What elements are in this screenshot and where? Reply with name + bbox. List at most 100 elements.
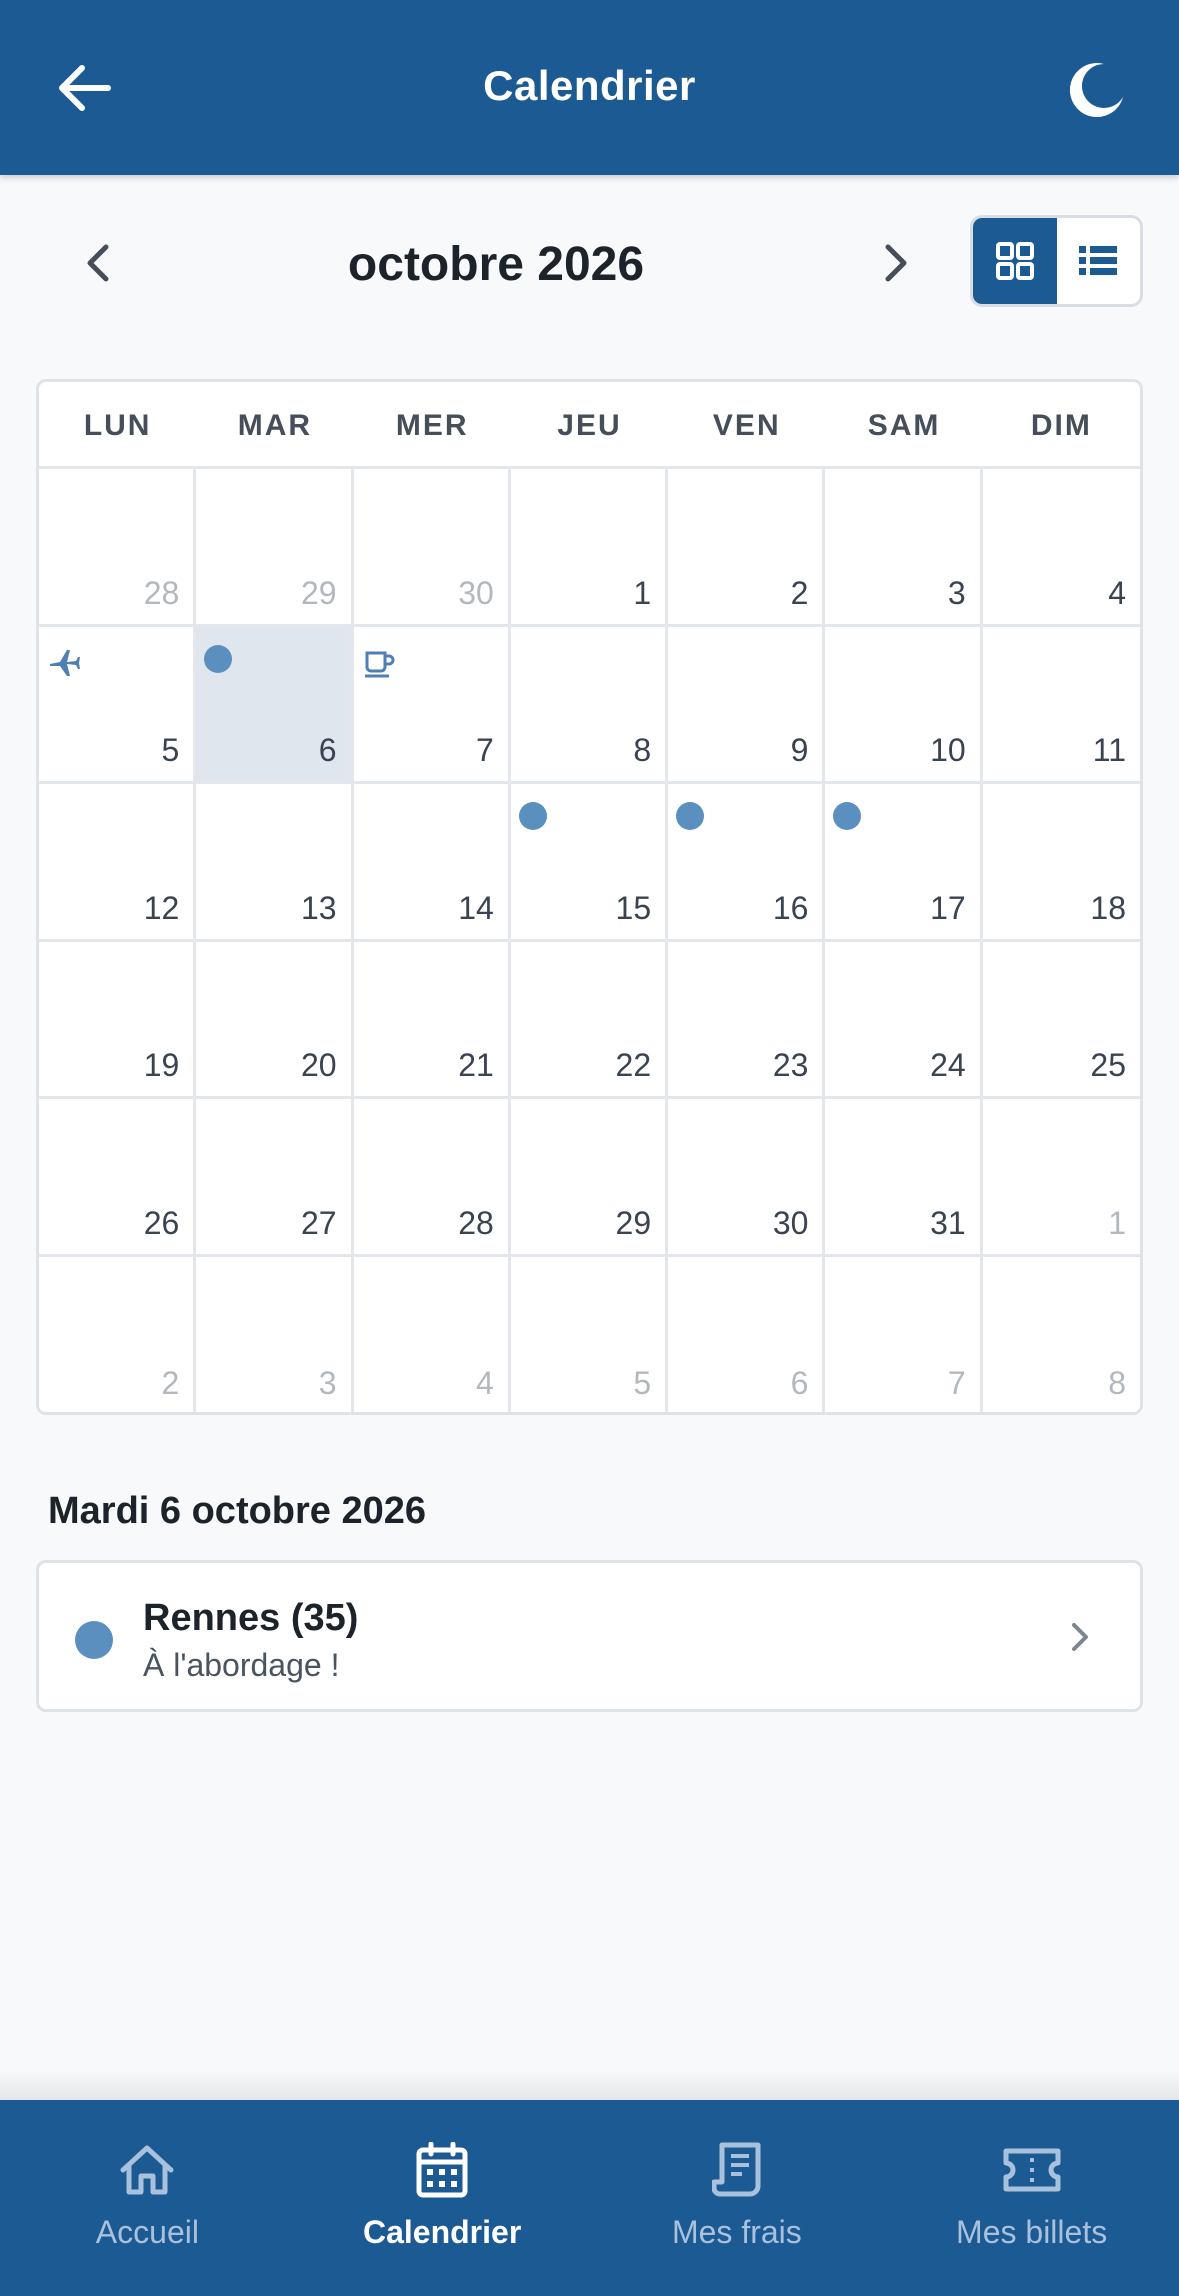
grid-view-icon — [995, 242, 1034, 280]
calendar-day-cell[interactable]: 8 — [982, 1256, 1140, 1412]
calendar-day-cell[interactable]: 1 — [510, 469, 669, 627]
calendar-day-cell[interactable]: 8 — [510, 626, 669, 784]
calendar-day-cell[interactable]: 2 — [39, 1256, 197, 1412]
day-number: 15 — [615, 889, 652, 926]
day-number: 6 — [318, 732, 337, 768]
calendar-day-cell[interactable]: 1 — [982, 1099, 1140, 1257]
calendar-day-cell[interactable]: 29 — [510, 1099, 669, 1257]
receipt-icon — [711, 2142, 761, 2197]
calendar-day-cell[interactable]: 3 — [196, 1256, 354, 1412]
day-number: 29 — [300, 574, 337, 611]
calendar-day-cell[interactable]: 17 — [825, 784, 983, 942]
calendar-day-cell[interactable]: 24 — [825, 941, 983, 1099]
calendar-day-cell[interactable]: 18 — [982, 784, 1140, 942]
moon-icon — [1069, 63, 1123, 118]
nav-item-mes-frais[interactable]: Mes frais — [590, 2100, 885, 2296]
calendar-day-cell[interactable]: 14 — [353, 784, 511, 942]
calendar-day-cell[interactable]: 11 — [982, 626, 1140, 784]
calendar-day-cell[interactable]: 31 — [825, 1099, 983, 1257]
day-number: 7 — [947, 1365, 966, 1401]
day-number: 17 — [930, 889, 966, 926]
nav-label: Mes frais — [671, 2214, 802, 2250]
day-number: 11 — [1092, 732, 1126, 768]
weekday-label: MER — [395, 409, 469, 442]
weekday-label: LUN — [83, 409, 152, 442]
calendar-day-cell[interactable]: 23 — [668, 941, 826, 1099]
calendar-day-cell[interactable]: 16 — [668, 784, 826, 942]
calendar-day-cell[interactable]: 15 — [510, 784, 669, 942]
day-number: 18 — [1090, 889, 1126, 926]
weekday-label: DIM — [1030, 409, 1092, 442]
calendar-day-cell[interactable]: 5 — [39, 626, 197, 784]
calendar-day-cell[interactable]: 30 — [353, 469, 511, 627]
bottom-navigation: Accueil Calendrier Mes frais Mes billets — [0, 2100, 1179, 2296]
list-view-icon — [1079, 246, 1118, 275]
day-number: 13 — [300, 889, 337, 926]
nav-label: Mes billets — [956, 2214, 1108, 2250]
calendar-day-cell[interactable]: 7 — [825, 1256, 983, 1412]
previous-month-button[interactable] — [62, 227, 134, 299]
calendar-day-cell[interactable]: 30 — [668, 1099, 826, 1257]
grid-view-button[interactable] — [973, 218, 1057, 304]
calendar-day-cell[interactable]: 22 — [510, 941, 669, 1099]
nav-item-calendrier[interactable]: Calendrier — [295, 2100, 590, 2296]
ticket-icon — [1003, 2148, 1061, 2192]
chevron-right-icon — [885, 244, 907, 282]
event-card[interactable]: Rennes (35) À l'abordage ! — [36, 1560, 1143, 1712]
day-number: 27 — [300, 1204, 337, 1241]
calendar-day-cell[interactable]: 29 — [196, 469, 354, 627]
calendar-day-cell[interactable]: 7 — [353, 626, 511, 784]
calendar-day-cell[interactable]: 9 — [668, 626, 826, 784]
calendar-day-cell[interactable]: 12 — [39, 784, 197, 942]
calendar-day-cell[interactable]: 4 — [353, 1256, 511, 1412]
event-color-dot — [75, 1621, 113, 1659]
calendar-day-cell[interactable]: 13 — [196, 784, 354, 942]
day-number: 22 — [615, 1047, 652, 1083]
day-number: 5 — [161, 732, 180, 768]
day-number: 24 — [930, 1047, 966, 1083]
calendar-day-cell[interactable]: 10 — [825, 626, 983, 784]
calendar-day-cell[interactable]: 26 — [39, 1099, 197, 1257]
day-number: 20 — [300, 1047, 337, 1083]
day-number: 26 — [143, 1204, 180, 1241]
day-number: 10 — [930, 732, 966, 768]
calendar-day-cell[interactable]: 25 — [982, 941, 1140, 1099]
nav-item-mes-billets[interactable]: Mes billets — [884, 2100, 1179, 2296]
day-number: 12 — [143, 889, 180, 926]
event-chevron — [1060, 1617, 1100, 1657]
day-number: 2 — [790, 574, 809, 611]
calendar-day-cell[interactable]: 21 — [353, 941, 511, 1099]
next-month-button[interactable] — [860, 227, 932, 299]
day-number: 8 — [1108, 1365, 1126, 1401]
calendar-day-cell[interactable]: 2 — [668, 469, 826, 627]
chevron-right-icon — [1072, 1623, 1088, 1651]
calendar-day-cell[interactable]: 6 — [668, 1256, 826, 1412]
weekday-label: MAR — [237, 409, 313, 442]
day-number: 8 — [633, 732, 652, 768]
page-title: Calendrier — [483, 62, 696, 109]
calendar-day-cell[interactable]: 28 — [353, 1099, 511, 1257]
event-subtitle: À l'abordage ! — [143, 1647, 340, 1683]
month-navigation: octobre 2026 — [0, 215, 1179, 315]
calendar-day-cell[interactable]: 4 — [982, 469, 1140, 627]
day-number: 28 — [143, 574, 180, 611]
calendar-day-cell[interactable]: 5 — [510, 1256, 669, 1412]
calendar-day-cell[interactable]: 3 — [825, 469, 983, 627]
calendar-grid: 28 29 30 1 2 3 4 5 6 7 8 9 10 11 12 13 14 15 16 17 18 19 20 21 2… — [39, 469, 1140, 1412]
calendar-day-cell[interactable]: 28 — [39, 469, 197, 627]
day-number: 1 — [1108, 1204, 1126, 1241]
list-view-button[interactable] — [1057, 218, 1141, 304]
event-dot — [518, 802, 547, 830]
nav-item-accueil[interactable]: Accueil — [0, 2100, 295, 2296]
bottom-nav-shadow — [0, 2070, 1179, 2100]
calendar-day-cell[interactable]: 27 — [196, 1099, 354, 1257]
calendar-day-cell[interactable]: 19 — [39, 941, 197, 1099]
day-number: 5 — [633, 1365, 652, 1401]
day-number: 7 — [476, 732, 494, 768]
day-number: 30 — [458, 574, 494, 611]
calendar-day-cell[interactable]: 20 — [196, 941, 354, 1099]
calendar-day-cell[interactable]: 6 — [196, 626, 354, 784]
day-number: 6 — [790, 1365, 809, 1401]
theme-toggle-button[interactable] — [1061, 54, 1133, 126]
day-number: 19 — [143, 1047, 180, 1083]
